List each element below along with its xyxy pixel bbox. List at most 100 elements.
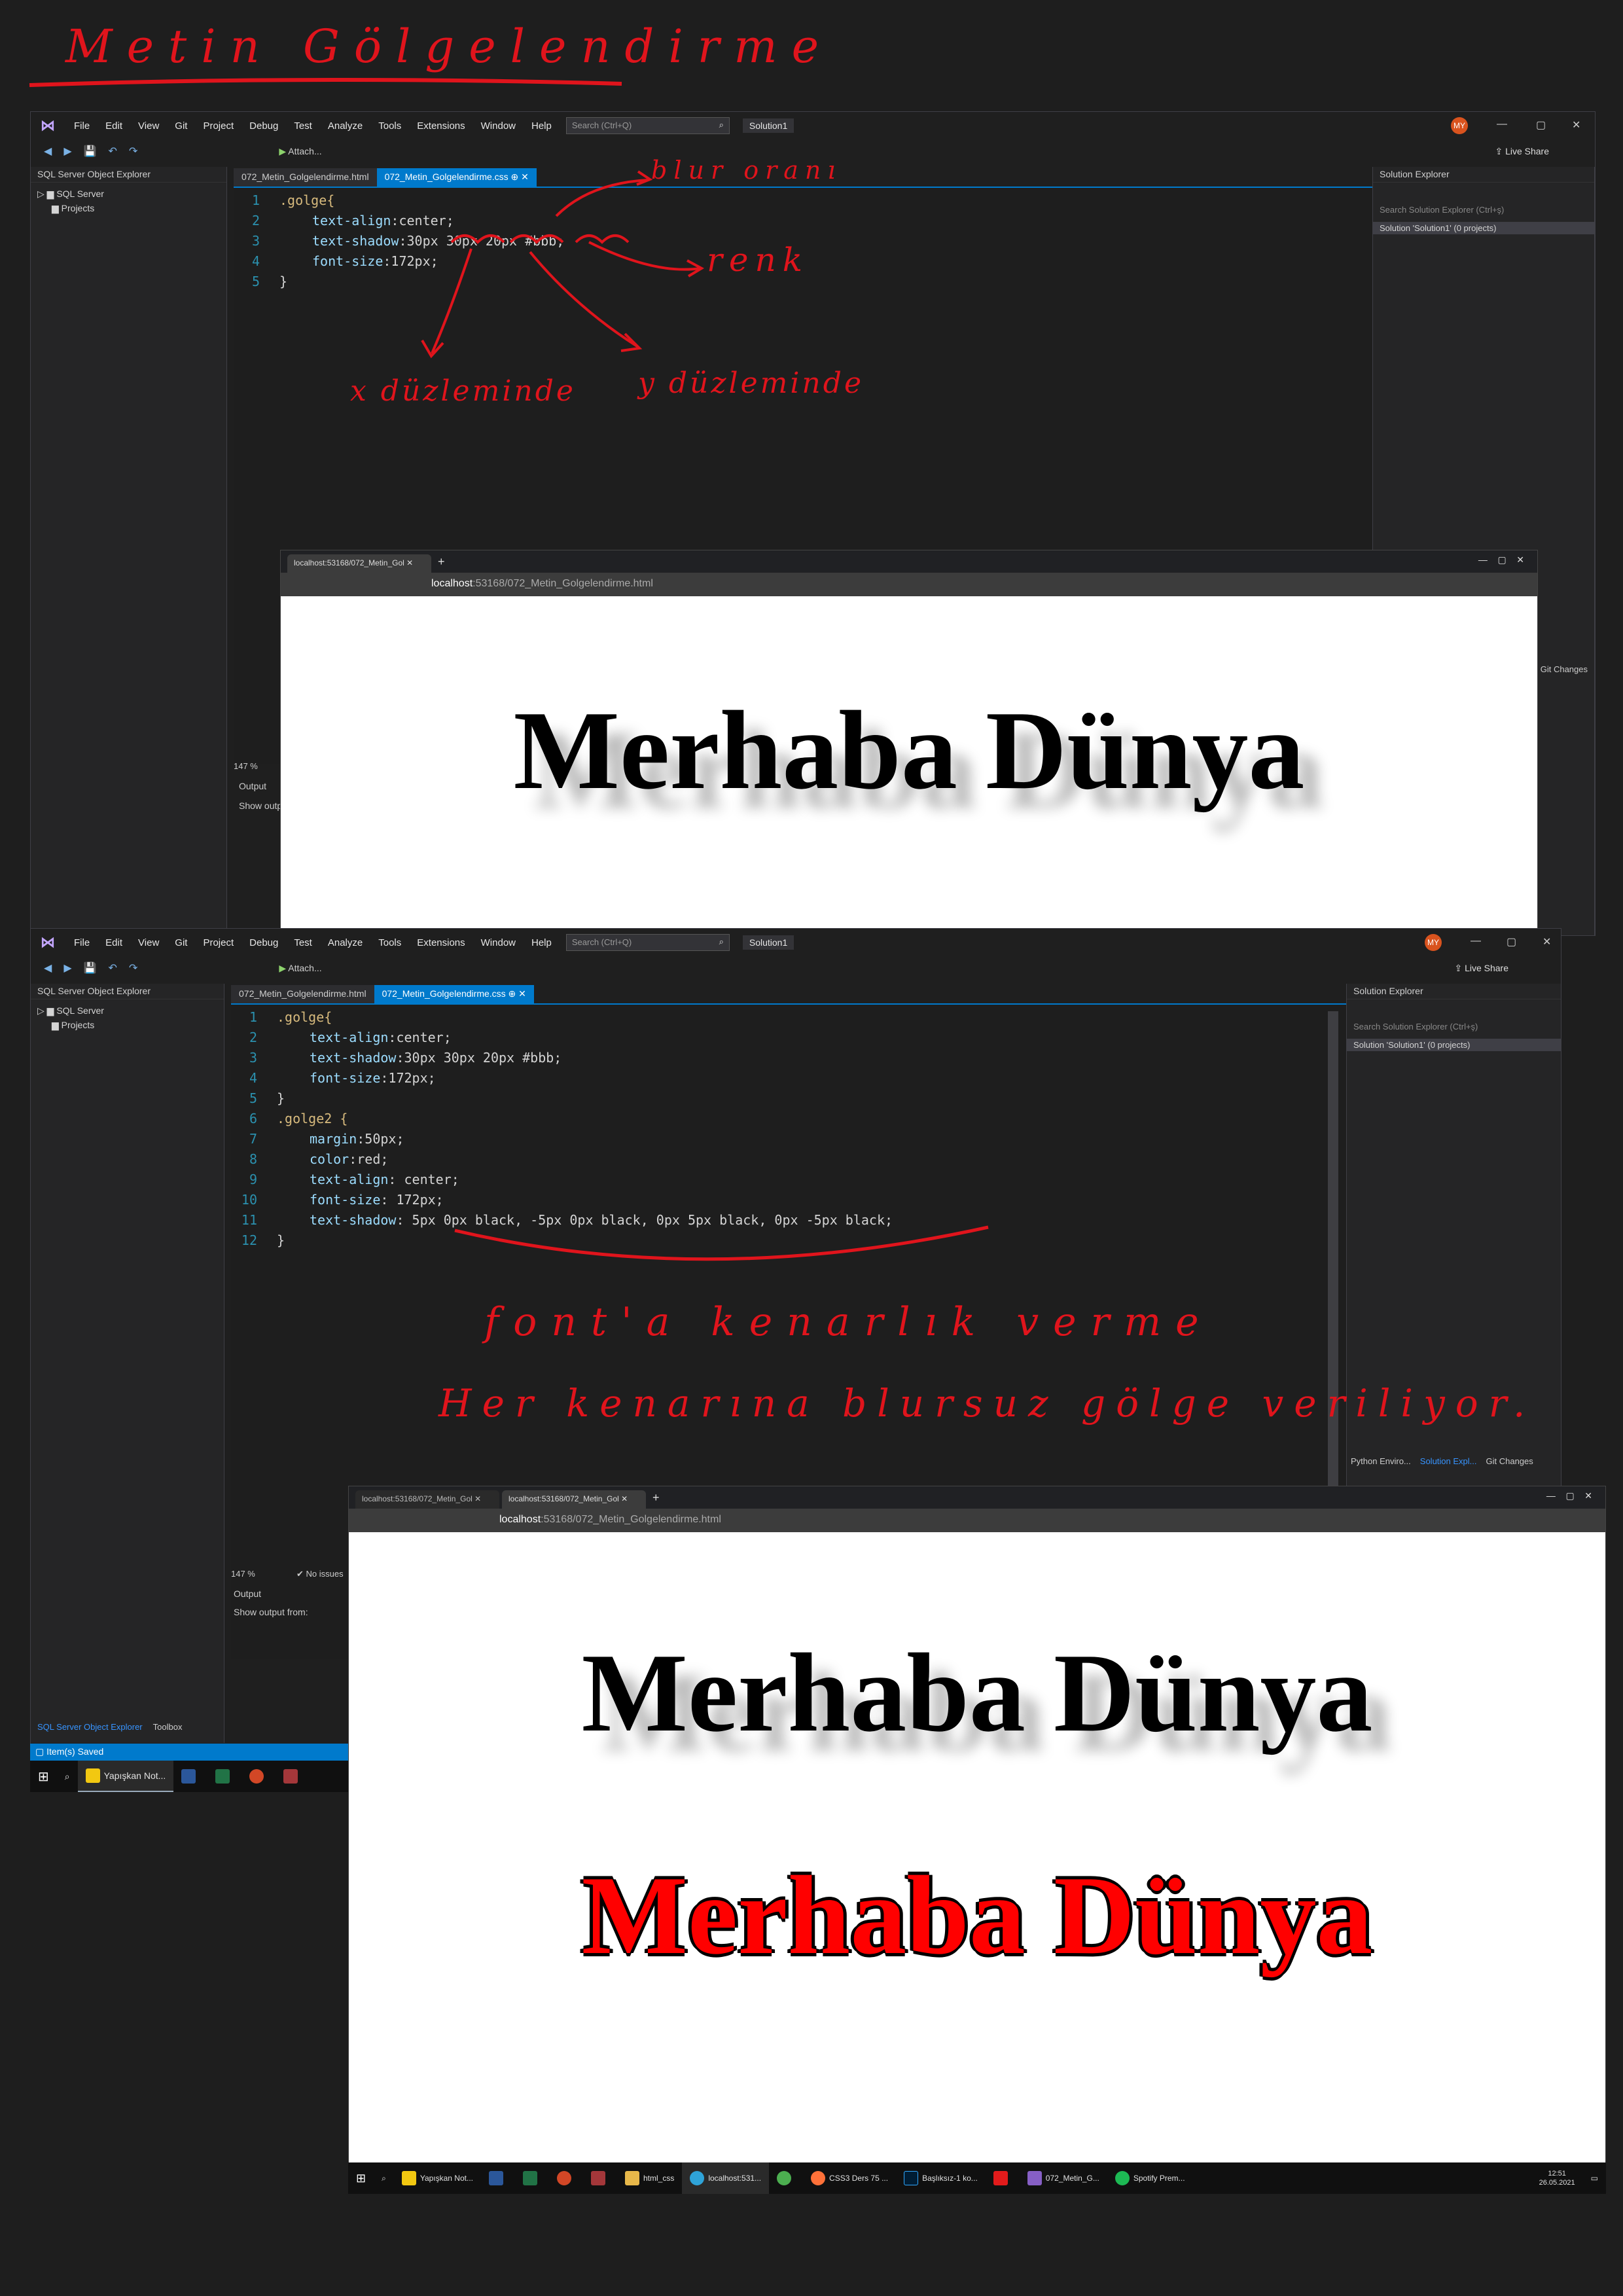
excel-icon[interactable] [207,1761,241,1792]
minimize-icon[interactable]: — [1497,118,1507,130]
search-icon: ⌕ [719,937,724,946]
powerpoint-icon[interactable] [241,1761,276,1792]
line-number: 2 [249,1030,257,1045]
tab-html[interactable]: 072_Metin_Golgelendirme.html [231,985,374,1003]
browser-tab-2[interactable]: localhost:53168/072_Metin_Gol ✕ [502,1490,646,1509]
undo-icon[interactable]: ↶ [109,961,117,975]
maximize-icon[interactable]: ▢ [1507,935,1516,948]
address-bar[interactable]: localhost:53168/072_Metin_Golgelendirme.… [349,1509,1605,1532]
menu-bar: ⋈ File Edit View Git Project Debug Test … [31,929,1561,956]
line-number: 10 [241,1192,257,1208]
zoom-level[interactable]: 147 % [234,761,258,771]
tree-label: SQL Server [56,1005,104,1016]
taskbar-item-folder[interactable]: html_css [617,2162,682,2194]
sql-server-object-explorer: SQL Server Object Explorer ▷ ▆ SQL Serve… [31,984,224,1743]
taskbar-item-spotify[interactable]: Spotify Prem... [1107,2162,1193,2194]
tab-sql-explorer[interactable]: SQL Server Object Explorer [37,1722,143,1732]
powerpoint-icon[interactable] [549,2162,583,2194]
taskbar-label: Spotify Prem... [1133,2174,1185,2183]
search-icon[interactable]: ⌕ [57,1761,78,1792]
tab-solution-explorer[interactable]: Solution Expl... [1420,1456,1477,1466]
page-content: Merhaba Dünya Merhaba Dünya [349,1532,1605,2166]
browser-tab[interactable]: localhost:53168/072_Metin_Gol ✕ [287,554,431,573]
taskbar-item-notes[interactable]: Yapışkan Not... [77,1761,174,1792]
no-issues-label: No issues [306,1569,344,1579]
line-number: 7 [249,1131,257,1147]
menu-extensions[interactable]: Extensions [409,937,473,948]
close-icon[interactable]: ✕ [1543,935,1551,948]
notifications-icon[interactable]: ▭ [1583,2162,1606,2194]
menu-window[interactable]: Window [473,937,524,948]
taskbar-item-vs[interactable]: 072_Metin_G... [1020,2162,1107,2194]
live-share-button[interactable]: ⇪ Live Share [1495,146,1549,157]
line-number: 5 [249,1090,257,1106]
css-value: :center; [388,1030,452,1045]
access-icon[interactable] [583,2162,617,2194]
taskbar-item-firefox[interactable]: CSS3 Ders 75 ... [803,2162,896,2194]
solution-search[interactable]: Search Solution Explorer (Ctrl+ş) [1347,1019,1561,1039]
taskbar-item-edge[interactable]: localhost:531... [682,2162,770,2194]
redo-icon[interactable]: ↷ [129,961,137,975]
close-icon[interactable]: ✕ [1572,118,1580,132]
tree-item-projects[interactable]: ▆ Projects [37,1018,217,1032]
avatar[interactable]: MY [1451,117,1468,134]
attach-button[interactable]: ▶ Attach... [279,963,321,974]
css-selector: .golge{ [277,1009,332,1025]
editor-tabs: 072_Metin_Golgelendirme.html 072_Metin_G… [231,985,534,1003]
menu-test[interactable]: Test [286,937,320,948]
taskbar-item-photoshop[interactable]: Başlıksız-1 ko... [896,2162,986,2194]
live-share-button[interactable]: ⇪ Live Share [1454,963,1508,974]
chrome-icon[interactable] [769,2162,803,2194]
taskbar-item-notes[interactable]: Yapışkan Not... [394,2162,481,2194]
clock[interactable]: 12:51 26.05.2021 [1531,2162,1583,2194]
tab-python-env[interactable]: Python Enviro... [1351,1456,1411,1466]
css-value: : 172px; [380,1192,444,1208]
menu-project[interactable]: Project [195,937,241,948]
status-text: Item(s) Saved [46,1746,104,1757]
search-input[interactable]: Search (Ctrl+Q) ⌕ [565,934,730,951]
word-icon[interactable] [481,2162,515,2194]
new-tab-icon[interactable]: + [434,551,449,573]
code-line: } [277,1230,285,1251]
access-icon[interactable] [276,1761,310,1792]
git-changes-tab[interactable]: Git Changes [1541,664,1588,674]
tab-css[interactable]: 072_Metin_Golgelendirme.css ⊕ ✕ [374,985,534,1003]
browser-window-2: localhost:53168/072_Metin_Gol ✕ localhos… [348,1486,1606,2166]
save-icon[interactable]: 💾 [84,961,97,975]
solution-item[interactable]: Solution 'Solution1' (0 projects) [1347,1039,1561,1051]
golge2-heading: Merhaba Dünya [581,1854,1373,1978]
menu-view[interactable]: View [130,937,167,948]
menu-analyze[interactable]: Analyze [320,937,370,948]
live-share-label: Live Share [1505,145,1549,156]
menu-git[interactable]: Git [167,937,195,948]
solution-search[interactable]: Search Solution Explorer (Ctrl+ş) [1373,202,1594,222]
forward-icon[interactable]: ▶ [63,961,71,975]
avatar[interactable]: MY [1425,934,1442,951]
start-button[interactable]: ⊞ [348,2162,374,2194]
tree-item-sql-server[interactable]: ▷ ▆ SQL Server [37,1003,217,1018]
tab-toolbox[interactable]: Toolbox [153,1722,183,1732]
taskbar-label: localhost:531... [708,2174,762,2183]
minimize-icon[interactable]: — [1471,935,1481,947]
menu-debug[interactable]: Debug [241,937,286,948]
css-property: font-size [310,1070,381,1086]
acrobat-icon[interactable] [986,2162,1020,2194]
browser-window-controls[interactable]: — ▢ ✕ [1478,554,1524,565]
browser-window-controls[interactable]: — ▢ ✕ [1546,1490,1592,1501]
solution-item[interactable]: Solution 'Solution1' (0 projects) [1373,222,1594,234]
search-icon[interactable]: ⌕ [374,2162,394,2194]
menu-help[interactable]: Help [524,937,560,948]
start-button[interactable]: ⊞ [30,1761,57,1792]
address-bar[interactable]: localhost:53168/072_Metin_Golgelendirme.… [281,573,1537,596]
browser-tab-1[interactable]: localhost:53168/072_Metin_Gol ✕ [355,1490,499,1509]
maximize-icon[interactable]: ▢ [1536,118,1546,132]
excel-icon[interactable] [515,2162,549,2194]
menu-file[interactable]: File [66,937,98,948]
word-icon[interactable] [173,1761,207,1792]
new-tab-icon[interactable]: + [649,1487,664,1509]
menu-tools[interactable]: Tools [370,937,409,948]
zoom-level[interactable]: 147 % [231,1569,255,1579]
back-icon[interactable]: ◀ [44,961,52,975]
menu-edit[interactable]: Edit [98,937,130,948]
tab-git-changes[interactable]: Git Changes [1486,1456,1533,1466]
